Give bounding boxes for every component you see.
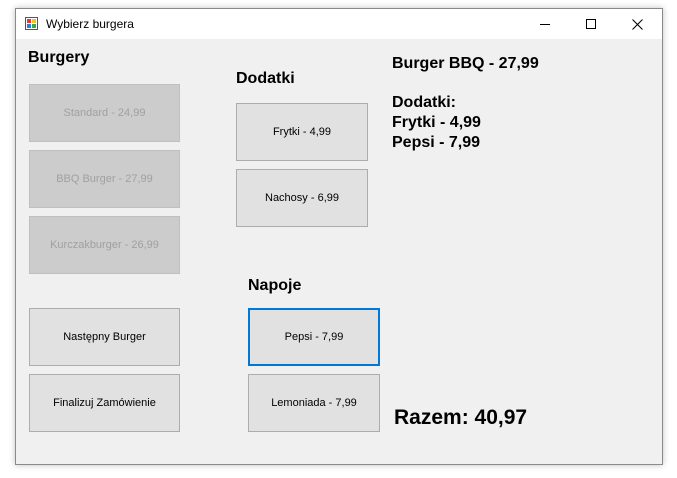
drink-lemonade-button[interactable]: Lemoniada - 7,99 [248, 374, 380, 432]
summary-burger: Burger BBQ - 27,99 [392, 55, 539, 72]
drink-pepsi-button[interactable]: Pepsi - 7,99 [248, 308, 380, 366]
title-bar[interactable]: Wybierz burgera [16, 9, 662, 39]
extra-fries-button[interactable]: Frytki - 4,99 [236, 103, 368, 161]
drinks-heading: Napoje [248, 277, 302, 294]
summary-extra-item: Frytki - 4,99 [392, 114, 481, 131]
burger-chicken-button[interactable]: Kurczakburger - 26,99 [29, 216, 180, 274]
summary-extra-item: Pepsi - 7,99 [392, 134, 481, 151]
extras-heading: Dodatki [236, 70, 295, 87]
minimize-icon [540, 24, 550, 25]
burgers-heading: Burgery [28, 49, 90, 66]
burger-bbq-button[interactable]: BBQ Burger - 27,99 [29, 150, 180, 208]
minimize-button[interactable] [522, 9, 568, 39]
order-total: Razem: 40,97 [394, 406, 528, 429]
extra-nachos-button[interactable]: Nachosy - 6,99 [236, 169, 368, 227]
maximize-button[interactable] [568, 9, 614, 39]
summary-extras-header: Dodatki: [392, 94, 456, 111]
burger-standard-button[interactable]: Standard - 24,99 [29, 84, 180, 142]
maximize-icon [586, 19, 596, 29]
app-window: Wybierz burgera Burgery Standard - 24,99… [15, 8, 663, 465]
close-icon [631, 18, 643, 30]
finalize-order-button[interactable]: Finalizuj Zamówienie [29, 374, 180, 432]
order-summary: Burger BBQ - 27,99 Dodatki: Frytki - 4,9… [392, 54, 539, 153]
form-content: Burgery Standard - 24,99 BBQ Burger - 27… [16, 39, 662, 466]
next-burger-button[interactable]: Następny Burger [29, 308, 180, 366]
app-window-icon [25, 17, 38, 30]
window-title: Wybierz burgera [46, 17, 134, 31]
close-button[interactable] [614, 9, 660, 39]
